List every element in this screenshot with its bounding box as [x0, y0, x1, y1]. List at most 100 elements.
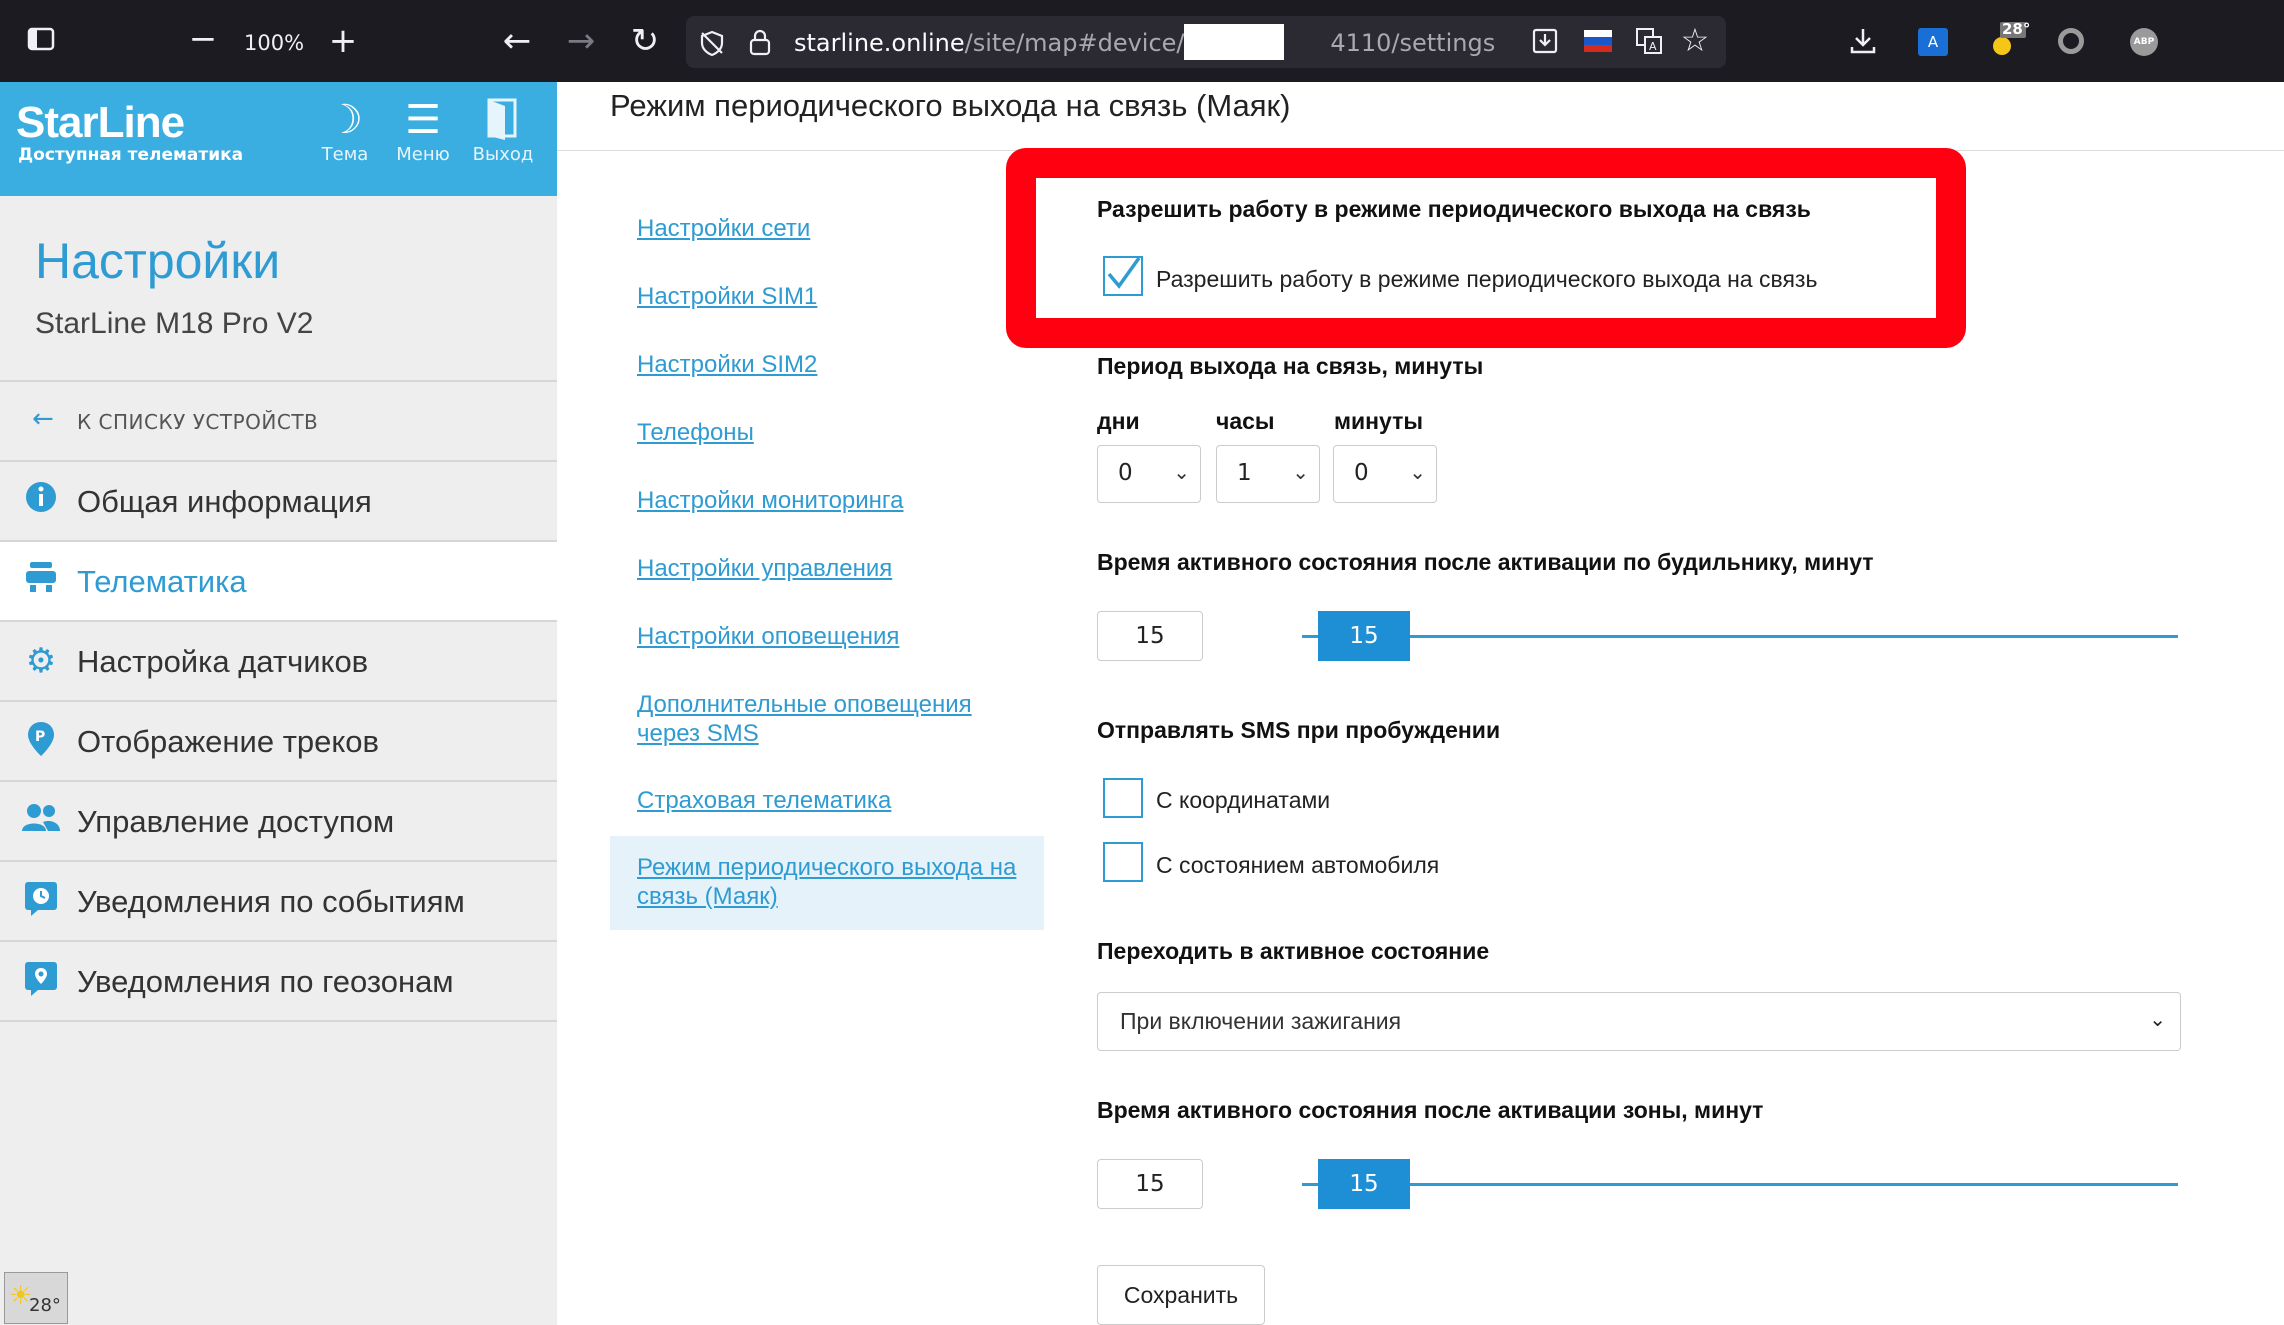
sidebar-item-label: Управление доступом	[77, 804, 395, 839]
russian-flag-icon[interactable]	[1584, 30, 1612, 52]
forward-arrow-icon[interactable]: →	[564, 24, 598, 58]
sidebar-item-geozone-notifications[interactable]: Уведомления по геозонам	[0, 940, 557, 1022]
days-select-value: 0	[1118, 460, 1133, 486]
sms-coords-checkbox[interactable]	[1103, 778, 1143, 818]
svg-text:P: P	[35, 729, 45, 745]
hours-label: часы	[1216, 408, 1275, 434]
submenu-monitoring-settings[interactable]: Настройки мониторинга	[637, 486, 904, 515]
submenu-control-settings[interactable]: Настройки управления	[637, 554, 892, 583]
weather-extension-temp: 28°	[2002, 20, 2031, 38]
sidebar: StarLine Доступная телематика ☽ Тема ☰ М…	[0, 82, 557, 1325]
sidebar-item-tracks[interactable]: P Отображение треков	[0, 700, 557, 780]
zone-time-slider-track[interactable]	[1302, 1183, 2178, 1186]
url-bar[interactable]: starline.online/site/map#device/869 4110/…	[686, 16, 1726, 68]
bookmark-star-icon[interactable]: ☆	[1678, 23, 1712, 57]
hours-select[interactable]: 1 ⌄	[1216, 445, 1320, 503]
save-button[interactable]: Сохранить	[1097, 1265, 1265, 1325]
sidebar-item-event-notifications[interactable]: Уведомления по событиям	[0, 860, 557, 940]
active-state-select[interactable]: При включении зажигания ⌄	[1097, 992, 2181, 1051]
tracking-protection-icon[interactable]	[698, 29, 726, 61]
device-name: StarLine M18 Pro V2	[35, 307, 314, 340]
alarm-time-slider-track[interactable]	[1302, 635, 2178, 638]
minutes-select[interactable]: 0 ⌄	[1333, 445, 1437, 503]
url-text[interactable]: starline.online/site/map#device/869 4110/…	[794, 29, 1495, 57]
chevron-down-icon: ⌄	[1173, 460, 1190, 484]
gear-icon: ⚙	[25, 641, 57, 681]
alarm-time-input[interactable]: 15	[1097, 611, 1203, 661]
allow-checkbox[interactable]	[1103, 256, 1143, 296]
submenu-sim2-settings[interactable]: Настройки SIM2	[637, 350, 817, 379]
sidebar-item-sensors[interactable]: ⚙ Настройка датчиков	[0, 620, 557, 700]
exit-door-icon	[468, 96, 538, 144]
weather-extension-icon[interactable]: 28°	[1990, 20, 2030, 64]
minutes-label: минуты	[1334, 408, 1424, 434]
exit-button[interactable]: Выход	[468, 96, 538, 165]
submenu-sms-alerts[interactable]: Дополнительные оповещения через SMS	[637, 690, 1017, 748]
submenu-sim1-settings[interactable]: Настройки SIM1	[637, 282, 817, 311]
info-icon	[20, 480, 62, 522]
hours-select-value: 1	[1237, 460, 1252, 486]
sidebar-item-label: Отображение треков	[77, 724, 380, 759]
chevron-down-icon: ⌄	[1409, 460, 1426, 484]
taskbar-weather-widget[interactable]: ☀ 28°	[4, 1272, 68, 1324]
sms-coords-label[interactable]: С координатами	[1156, 787, 1330, 814]
users-icon	[20, 800, 62, 842]
starline-logo[interactable]: StarLine	[16, 98, 185, 148]
sms-state-checkbox[interactable]	[1103, 842, 1143, 882]
logo-subtitle: Доступная телематика	[18, 145, 244, 165]
sidebar-item-label: Телематика	[77, 564, 247, 599]
back-to-devices-link[interactable]: ← К СПИСКУ УСТРОЙСТВ	[0, 380, 557, 460]
submenu-network-settings[interactable]: Настройки сети	[637, 214, 810, 243]
extension-circle-icon[interactable]	[2058, 28, 2084, 54]
redaction-box	[1184, 24, 1284, 60]
allow-checkbox-label[interactable]: Разрешить работу в режиме периодического…	[1156, 266, 1817, 293]
menu-label: Меню	[396, 144, 450, 165]
hamburger-icon: ☰	[405, 97, 441, 143]
submenu-phones[interactable]: Телефоны	[637, 418, 754, 447]
chevron-down-icon: ⌄	[1292, 460, 1309, 484]
zone-time-slider-handle[interactable]: 15	[1318, 1159, 1410, 1209]
days-label: дни	[1097, 408, 1140, 434]
settings-title: Настройки	[35, 233, 281, 289]
telematics-icon	[20, 560, 62, 602]
active-state-value: При включении зажигания	[1120, 1008, 1402, 1034]
sidebar-toggle-icon[interactable]	[24, 24, 58, 60]
save-page-icon[interactable]	[1530, 26, 1560, 60]
theme-button[interactable]: ☽ Тема	[310, 96, 380, 165]
zoom-level[interactable]: 100%	[244, 31, 304, 55]
theme-label: Тема	[321, 144, 369, 165]
lock-icon[interactable]	[748, 28, 772, 60]
zoom-in-button[interactable]: +	[326, 24, 360, 58]
sms-heading: Отправлять SMS при пробуждении	[1097, 717, 1501, 743]
sidebar-item-label: Уведомления по геозонам	[77, 964, 454, 999]
minutes-select-value: 0	[1354, 460, 1369, 486]
back-to-devices-label: К СПИСКУ УСТРОЙСТВ	[77, 410, 319, 434]
sidebar-item-label: Уведомления по событиям	[77, 884, 465, 919]
zone-time-input[interactable]: 15	[1097, 1159, 1203, 1209]
translate-icon[interactable]: A	[1634, 26, 1664, 60]
submenu-beacon-mode[interactable]: Режим периодического выхода на связь (Ма…	[637, 853, 1037, 911]
sidebar-item-access[interactable]: Управление доступом	[0, 780, 557, 860]
submenu-alert-settings[interactable]: Настройки оповещения	[637, 622, 899, 651]
back-arrow-icon[interactable]: ←	[500, 24, 534, 58]
sidebar-item-telematics[interactable]: Телематика	[0, 540, 557, 620]
browser-toolbar: − 100% + ← → ↻ starline.online/site/map#…	[0, 0, 2284, 82]
submenu-insurance-telematics[interactable]: Страховая телематика	[637, 786, 891, 815]
active-state-heading: Переходить в активное состояние	[1097, 938, 1490, 964]
weather-temp: 28°	[29, 1295, 61, 1316]
back-arrow-icon: ←	[32, 404, 54, 434]
sidebar-item-general-info[interactable]: Общая информация	[0, 460, 557, 540]
downloads-icon[interactable]	[1848, 26, 1878, 60]
reload-icon[interactable]: ↻	[628, 24, 662, 58]
days-select[interactable]: 0 ⌄	[1097, 445, 1201, 503]
translate-extension-icon[interactable]: A	[1918, 28, 1948, 56]
sms-state-label[interactable]: С состоянием автомобиля	[1156, 852, 1439, 879]
zoom-out-button[interactable]: −	[186, 22, 220, 56]
exit-label: Выход	[472, 144, 534, 165]
adblock-plus-icon[interactable]: ABP	[2130, 28, 2158, 56]
alarm-time-slider-handle[interactable]: 15	[1318, 611, 1410, 661]
menu-button[interactable]: ☰ Меню	[388, 96, 458, 165]
checkmark-icon	[1107, 256, 1141, 289]
chevron-down-icon: ⌄	[2149, 1007, 2166, 1031]
clock-notify-icon	[20, 880, 62, 922]
